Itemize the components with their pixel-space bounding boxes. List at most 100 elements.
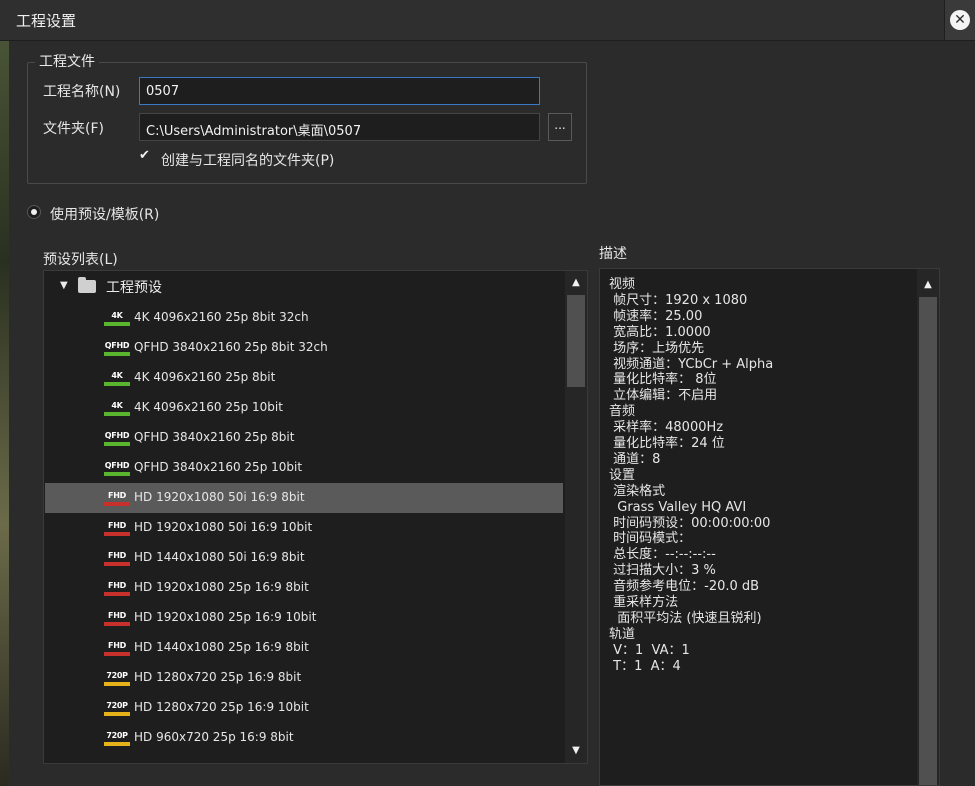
resolution-badge-text: 720P — [106, 731, 128, 740]
resolution-badge-text: QFHD — [104, 431, 130, 440]
expand-arrow-icon[interactable]: ▼ — [60, 280, 68, 291]
preset-item-label: QFHD 3840x2160 25p 8bit 32ch — [134, 340, 328, 354]
description-line: 视频 — [609, 277, 636, 292]
resolution-badge-icon: FHD — [104, 581, 130, 596]
resolution-badge-text: 720P — [106, 671, 128, 680]
preset-item-label: HD 1920x1080 50i 16:9 10bit — [134, 520, 313, 534]
preset-item-label: HD 1920x1080 25p 16:9 10bit — [134, 610, 317, 624]
preset-item[interactable]: FHD HD 1920x1080 25p 16:9 10bit — [45, 603, 563, 633]
preset-item[interactable]: 4K 4K 4096x2160 25p 8bit 32ch — [45, 303, 563, 333]
preset-item[interactable]: FHD HD 1920x1080 50i 16:9 8bit — [45, 483, 563, 513]
close-icon[interactable]: ✕ — [950, 10, 970, 30]
description-line: 通道：8 — [609, 451, 661, 467]
preset-item-label: HD 1280x720 25p 16:9 8bit — [134, 670, 302, 684]
resolution-badge-icon: 4K — [104, 311, 130, 326]
preset-item-label: HD 1440x1080 50i 16:9 8bit — [134, 550, 305, 564]
folder-path-input[interactable]: C:\Users\Administrator\桌面\0507 — [139, 113, 540, 141]
resolution-badge-icon: QFHD — [104, 341, 130, 356]
description-line: 过扫描大小：3 % — [609, 563, 716, 579]
scroll-down-icon[interactable]: ▼ — [565, 741, 587, 761]
description-line: Grass Valley HQ AVI — [609, 499, 747, 515]
resolution-badge-text: FHD — [108, 491, 126, 500]
resolution-badge-icon: QFHD — [104, 431, 130, 446]
preset-list-label: 预设列表(L) — [43, 252, 118, 268]
resolution-badge-bar — [104, 472, 130, 476]
preset-item[interactable]: 720P HD 1280x720 25p 16:9 10bit — [45, 693, 563, 723]
dialog-titlebar: 工程设置 ✕ — [0, 0, 975, 41]
resolution-badge-icon: FHD — [104, 521, 130, 536]
preset-item[interactable]: FHD HD 1440x1080 50i 16:9 8bit — [45, 543, 563, 573]
close-area[interactable]: ✕ — [944, 0, 975, 40]
description-line: 采样率：48000Hz — [609, 420, 724, 436]
description-line: 帧尺寸：1920 x 1080 — [609, 292, 748, 308]
preset-item[interactable]: 720P HD 960x720 25p 16:9 8bit — [45, 723, 563, 753]
create-folder-label[interactable]: 创建与工程同名的文件夹(P) — [161, 150, 334, 170]
resolution-badge-icon: FHD — [104, 491, 130, 506]
preset-item[interactable]: QFHD QFHD 3840x2160 25p 8bit 32ch — [45, 333, 563, 363]
resolution-badge-bar — [104, 532, 130, 536]
preset-item-label: 4K 4096x2160 25p 10bit — [134, 400, 283, 414]
browse-folder-button[interactable]: ... — [548, 113, 572, 141]
resolution-badge-text: FHD — [108, 641, 126, 650]
preset-item-label: HD 1920x1080 25p 16:9 8bit — [134, 580, 309, 594]
desc-scroll-up-icon[interactable]: ▲ — [917, 275, 939, 295]
description-line: 视频通道：YCbCr + Alpha — [609, 356, 774, 372]
resolution-badge-text: FHD — [108, 611, 126, 620]
folder-icon — [78, 277, 96, 293]
description-line: 音频参考电位：-20.0 dB — [609, 579, 760, 595]
preset-item[interactable]: FHD HD 1440x1080 25p 16:9 8bit — [45, 633, 563, 663]
resolution-badge-icon: 720P — [104, 671, 130, 686]
scroll-up-icon[interactable]: ▲ — [565, 273, 587, 293]
preset-item[interactable]: 4K 4K 4096x2160 25p 8bit — [45, 363, 563, 393]
preset-item-label: 4K 4096x2160 25p 8bit 32ch — [134, 310, 309, 324]
description-line: 音频 — [609, 404, 636, 420]
preset-item[interactable]: FHD HD 1920x1080 25p 16:9 8bit — [45, 573, 563, 603]
resolution-badge-bar — [104, 562, 130, 566]
project-name-input[interactable]: 0507 — [139, 77, 540, 105]
description-line: 立体编辑：不启用 — [609, 388, 718, 404]
description-line: 帧速率：25.00 — [609, 308, 703, 324]
dialog-title: 工程设置 — [16, 12, 77, 30]
resolution-badge-text: 4K — [111, 311, 123, 320]
resolution-badge-text: 720P — [106, 701, 128, 710]
resolution-badge-bar — [104, 352, 130, 356]
background-desktop-strip — [0, 0, 9, 786]
resolution-badge-icon: 4K — [104, 371, 130, 386]
resolution-badge-text: QFHD — [104, 461, 130, 470]
project-name-label: 工程名称(N) — [43, 84, 121, 100]
resolution-badge-text: FHD — [108, 581, 126, 590]
preset-item[interactable]: QFHD QFHD 3840x2160 25p 8bit — [45, 423, 563, 453]
preset-item[interactable]: FHD HD 1920x1080 50i 16:9 10bit — [45, 513, 563, 543]
resolution-badge-bar — [104, 622, 130, 626]
preset-item-label: HD 1280x720 25p 16:9 10bit — [134, 700, 309, 714]
project-file-group-label: 工程文件 — [35, 51, 99, 71]
preset-list-scrollbar[interactable]: ▲ ▼ — [565, 271, 587, 763]
resolution-badge-text: FHD — [108, 551, 126, 560]
resolution-badge-text: QFHD — [104, 341, 130, 350]
preset-list-scroll-thumb[interactable] — [567, 295, 585, 387]
description-line: V：1 VA：1 — [609, 642, 690, 658]
create-folder-checkbox[interactable]: ✔ — [139, 149, 153, 163]
preset-root-label: 工程预设 — [106, 280, 162, 296]
preset-item[interactable]: 4K 4K 4096x2160 25p 10bit — [45, 393, 563, 423]
resolution-badge-bar — [104, 442, 130, 446]
preset-item-label: HD 1920x1080 50i 16:9 8bit — [134, 490, 305, 504]
preset-item-label: HD 960x720 25p 16:9 8bit — [134, 730, 294, 744]
resolution-badge-icon: FHD — [104, 641, 130, 656]
preset-item[interactable]: QFHD QFHD 3840x2160 25p 10bit — [45, 453, 563, 483]
resolution-badge-icon: QFHD — [104, 461, 130, 476]
description-label: 描述 — [599, 246, 627, 262]
description-scrollbar[interactable]: ▲ — [917, 269, 939, 785]
description-line: 重采样方法 — [609, 595, 679, 610]
description-scroll-thumb[interactable] — [919, 297, 937, 785]
description-panel: 视频 帧尺寸：1920 x 1080 帧速率：25.00 宽高比：1.0000 … — [599, 268, 940, 786]
preset-item-label: HD 1440x1080 25p 16:9 8bit — [134, 640, 309, 654]
use-preset-label[interactable]: 使用预设/模板(R) — [50, 204, 159, 224]
resolution-badge-bar — [104, 592, 130, 596]
preset-tree[interactable]: ▼ 工程预设 4K 4K 4096x2160 25p 8bit 32ch QFHD Q… — [43, 270, 588, 764]
folder-label: 文件夹(F) — [43, 121, 104, 137]
description-line: 场序：上场优先 — [609, 340, 705, 356]
use-preset-radio[interactable] — [27, 205, 41, 219]
preset-item[interactable]: 720P HD 1280x720 25p 16:9 8bit — [45, 663, 563, 693]
resolution-badge-bar — [104, 682, 130, 686]
